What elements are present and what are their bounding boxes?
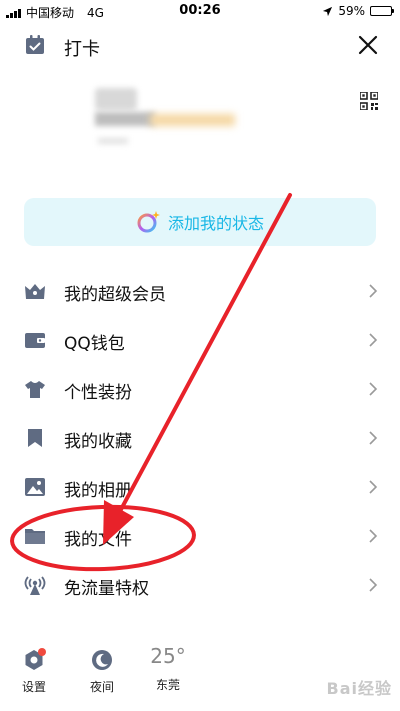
menu-item-albums[interactable]: 我的相册 <box>0 463 400 512</box>
menu-item-my-files[interactable]: 我的文件 <box>0 512 400 561</box>
menu-item-themes[interactable]: 个性装扮 <box>0 365 400 414</box>
bookmark-icon <box>28 429 42 447</box>
menu-item-label: 免流量特权 <box>64 579 149 599</box>
add-status-label: 添加我的状态 <box>167 214 264 233</box>
antenna-icon <box>24 576 46 595</box>
blurred-nickname <box>95 112 155 126</box>
photo-icon <box>25 478 45 496</box>
tshirt-icon <box>25 381 45 398</box>
add-status-content: 添加我的状态 <box>24 210 376 234</box>
header-row: 打卡 <box>0 28 400 64</box>
crown-icon <box>25 284 45 299</box>
notification-dot <box>38 648 46 656</box>
chevron-right-icon <box>369 333 378 347</box>
menu-item-super-vip[interactable]: 我的超级会员 <box>0 267 400 316</box>
settings-label: 设置 <box>21 680 46 694</box>
location-arrow-icon <box>323 6 333 16</box>
night-mode-button[interactable]: 夜间 <box>77 640 127 695</box>
battery-percent: 59% <box>338 4 365 18</box>
menu-item-label: 我的超级会员 <box>64 285 166 305</box>
night-mode-label: 夜间 <box>89 680 114 694</box>
status-bar: 中国移动 4G 00:26 59% <box>0 0 400 22</box>
gear-icon <box>25 648 46 670</box>
calendar-check-icon[interactable] <box>24 34 46 56</box>
close-icon[interactable] <box>356 33 380 57</box>
menu-list: 我的超级会员 QQ钱包 个性装扮 我的收藏 我的相册 我的文件 免流量特权 <box>0 267 400 610</box>
menu-item-favorites[interactable]: 我的收藏 <box>0 414 400 463</box>
menu-item-label: 个性装扮 <box>64 383 132 403</box>
settings-button[interactable]: 设置 <box>9 640 59 695</box>
profile-area[interactable] <box>0 80 400 160</box>
add-status-button[interactable]: 添加我的状态 <box>24 198 376 246</box>
qr-code-icon[interactable] <box>360 92 378 110</box>
moon-icon <box>92 650 112 670</box>
blurred-avatar <box>95 88 137 110</box>
weather-temperature: 25° <box>150 644 186 668</box>
chevron-right-icon <box>369 382 378 396</box>
menu-item-data-privilege[interactable]: 免流量特权 <box>0 561 400 610</box>
weather-widget[interactable]: 25° 东莞 <box>143 640 193 693</box>
folder-icon <box>25 529 45 544</box>
menu-item-label: 我的文件 <box>64 530 132 550</box>
menu-item-label: 我的相册 <box>64 481 132 501</box>
watermark: Bai经验 <box>326 679 392 698</box>
chevron-right-icon <box>369 578 378 592</box>
checkin-label[interactable]: 打卡 <box>64 35 100 61</box>
chevron-right-icon <box>369 529 378 543</box>
weather-city: 东莞 <box>155 678 180 692</box>
chevron-right-icon <box>369 284 378 298</box>
blurred-subtitle <box>98 138 128 144</box>
battery-icon <box>370 6 394 16</box>
menu-item-label: QQ钱包 <box>64 334 125 354</box>
blurred-vip-badge <box>150 114 235 126</box>
chevron-right-icon <box>369 431 378 445</box>
chevron-right-icon <box>369 480 378 494</box>
menu-item-label: 我的收藏 <box>64 432 132 452</box>
wallet-icon <box>25 333 45 348</box>
status-ring-icon <box>136 210 160 234</box>
status-bar-right: 59% <box>322 4 394 18</box>
menu-item-qq-wallet[interactable]: QQ钱包 <box>0 316 400 365</box>
